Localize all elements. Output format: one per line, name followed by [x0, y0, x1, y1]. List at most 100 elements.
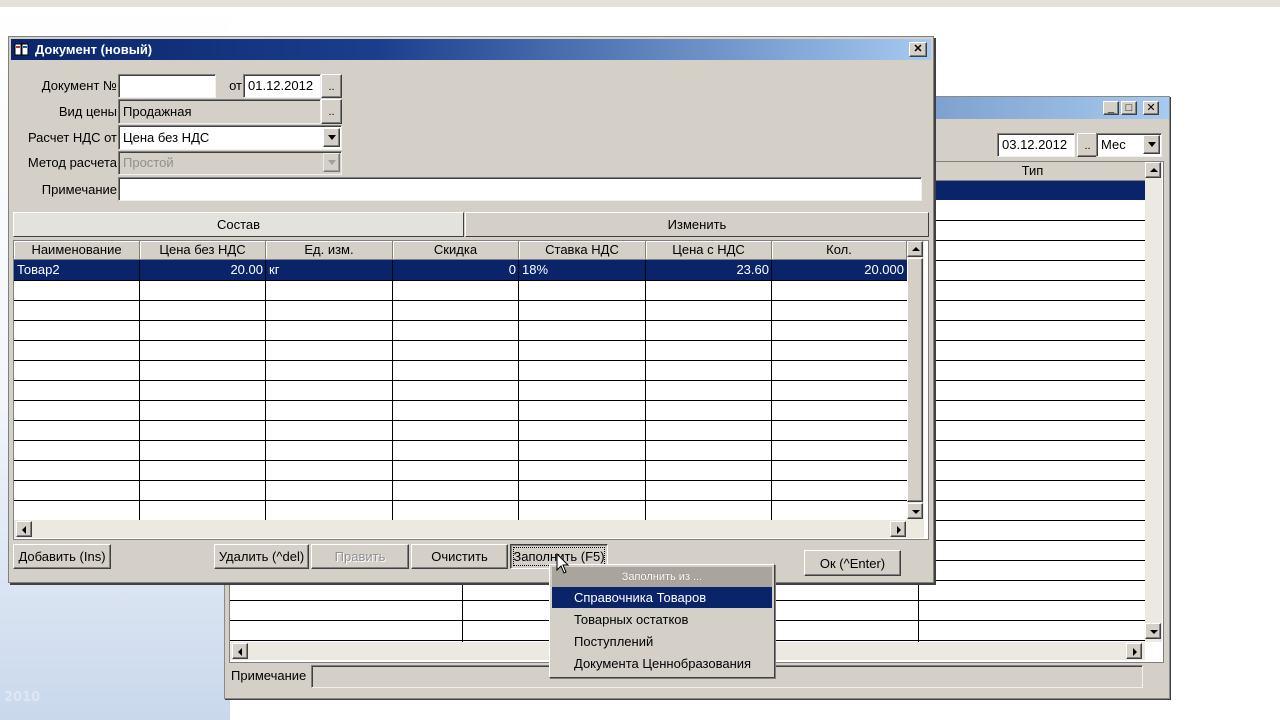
- arrow-left-icon: [238, 648, 242, 656]
- grid-cell[interactable]: 20.00: [140, 260, 266, 279]
- scroll-up-button[interactable]: [1145, 162, 1161, 178]
- items-grid[interactable]: Наименование Цена без НДС Ед. изм. Скидка Ст…: [13, 240, 929, 540]
- scroll-right-button[interactable]: [1126, 643, 1142, 659]
- grid-row-line: [14, 340, 907, 341]
- chevron-down-icon: [327, 135, 336, 141]
- minimize-button[interactable]: _: [1103, 101, 1119, 115]
- journal-selected-row[interactable]: [919, 181, 1145, 200]
- arrow-down-icon: [912, 510, 920, 514]
- grid-cell[interactable]: Товар2: [14, 260, 140, 279]
- grid-row-line: [14, 280, 907, 281]
- grid-row-line: [14, 320, 907, 321]
- grid-row-line: [14, 380, 907, 381]
- maximize-icon: □: [1125, 102, 1133, 114]
- dialog-title: Документ (новый): [35, 42, 153, 57]
- journal-date-picker-button[interactable]: ..: [1077, 133, 1098, 157]
- close-icon: ✕: [1146, 102, 1156, 114]
- doc-date-picker-button[interactable]: ..: [321, 74, 342, 98]
- maximize-button[interactable]: □: [1121, 101, 1137, 115]
- scroll-down-button[interactable]: [1145, 623, 1161, 639]
- chevron-down-icon: [1147, 142, 1156, 148]
- grid-cell[interactable]: 0: [393, 260, 519, 279]
- column-header[interactable]: Наименование: [14, 241, 140, 260]
- tab-edit[interactable]: Изменить: [465, 212, 929, 237]
- menu-item-receipts[interactable]: Поступлений: [552, 631, 772, 652]
- grid-column-line: [771, 260, 772, 520]
- grid-cell[interactable]: кг: [266, 260, 393, 279]
- menu-item-stock-balances[interactable]: Товарных остатков: [552, 609, 772, 630]
- grid-row-line: [14, 360, 907, 361]
- price-type-field: Продажная: [118, 99, 321, 124]
- grid-row-line: [14, 500, 907, 501]
- menu-item-pricing-document[interactable]: Документа Ценнобразования: [552, 653, 772, 674]
- scroll-down-button[interactable]: [907, 503, 923, 519]
- calc-method-label: Метод расчета: [27, 155, 117, 170]
- doc-number-label: Документ №: [41, 78, 117, 93]
- column-header[interactable]: Цена без НДС: [140, 241, 266, 260]
- grid-column-line: [518, 260, 519, 520]
- grid-cell[interactable]: 20.000: [772, 260, 907, 279]
- scroll-left-button[interactable]: [16, 521, 32, 537]
- note-input[interactable]: [118, 177, 922, 201]
- edit-button: Править: [311, 544, 409, 569]
- doc-number-input[interactable]: [118, 74, 216, 98]
- scroll-right-button[interactable]: [890, 521, 906, 537]
- ok-button[interactable]: Ок (^Enter): [804, 550, 901, 576]
- mouse-pointer-icon: [556, 553, 570, 574]
- grid-column-line: [392, 260, 393, 520]
- dialog-titlebar[interactable]: Документ (новый) ✕: [11, 39, 931, 60]
- arrow-up-icon: [1150, 168, 1158, 172]
- column-header[interactable]: Ед. изм.: [266, 241, 393, 260]
- scroll-thumb[interactable]: [907, 258, 923, 502]
- column-header[interactable]: Ставка НДС: [519, 241, 646, 260]
- grid-column-line: [265, 260, 266, 520]
- grid-row-line: [14, 440, 907, 441]
- journal-date-field[interactable]: 03.12.2012: [997, 133, 1075, 157]
- journal-column-header[interactable]: Тип: [919, 162, 1145, 181]
- arrow-left-icon: [22, 526, 26, 534]
- vat-calc-dropdown-button[interactable]: [323, 128, 340, 147]
- chevron-down-icon: [327, 160, 336, 166]
- add-button[interactable]: Добавить (Ins): [13, 544, 111, 569]
- menu-item-products-catalog[interactable]: Справочника Товаров: [552, 587, 772, 608]
- grid-cell[interactable]: 23.60: [646, 260, 772, 279]
- scroll-up-button[interactable]: [907, 241, 923, 257]
- grid-row-line: [14, 460, 907, 461]
- dialog-close-button[interactable]: ✕: [909, 42, 927, 57]
- fill-from-menu: Заполнить из ... Справочника Товаров Тов…: [549, 564, 775, 678]
- clear-button[interactable]: Очистить: [411, 544, 508, 569]
- scroll-left-button[interactable]: [232, 643, 248, 659]
- grid-horizontal-scrollbar[interactable]: [14, 520, 924, 538]
- menu-header: Заполнить из ...: [552, 567, 772, 587]
- grid-vertical-scrollbar[interactable]: [907, 241, 924, 520]
- close-button[interactable]: ✕: [1143, 101, 1159, 115]
- desktop-watermark: 2010: [4, 690, 41, 705]
- grid-cell[interactable]: 18%: [519, 260, 646, 279]
- calc-method-select: Простой: [118, 151, 342, 175]
- vat-calc-select[interactable]: Цена без НДС: [118, 125, 342, 150]
- column-header[interactable]: Цена с НДС: [646, 241, 772, 260]
- vat-calc-label: Расчет НДС от: [27, 130, 117, 145]
- price-type-select-button[interactable]: ..: [321, 99, 342, 124]
- grid-column-line: [139, 260, 140, 520]
- arrow-down-icon: [1150, 630, 1158, 634]
- grid-column-line: [645, 260, 646, 520]
- document-book-icon: [14, 42, 30, 57]
- column-header[interactable]: Скидка: [393, 241, 519, 260]
- tab-composition[interactable]: Состав: [13, 212, 464, 237]
- grid-row-line: [14, 400, 907, 401]
- arrow-up-icon: [912, 247, 920, 251]
- grid-row-line: [14, 420, 907, 421]
- calc-method-value: Простой: [123, 155, 174, 170]
- period-dropdown-button[interactable]: [1143, 135, 1160, 154]
- delete-button[interactable]: Удалить (^del): [214, 544, 309, 569]
- document-dialog: Документ (новый) ✕ Документ № от 01.12.2…: [8, 36, 934, 583]
- close-icon: ✕: [913, 43, 923, 55]
- column-header[interactable]: Кол.: [772, 241, 907, 260]
- grid-row-line: [14, 300, 907, 301]
- doc-date-input[interactable]: 01.12.2012: [243, 74, 321, 98]
- grid-row-line: [14, 480, 907, 481]
- note-label: Примечание: [41, 182, 117, 197]
- journal-note-label: Примечание: [231, 668, 307, 683]
- journal-vertical-scrollbar[interactable]: [1145, 162, 1162, 642]
